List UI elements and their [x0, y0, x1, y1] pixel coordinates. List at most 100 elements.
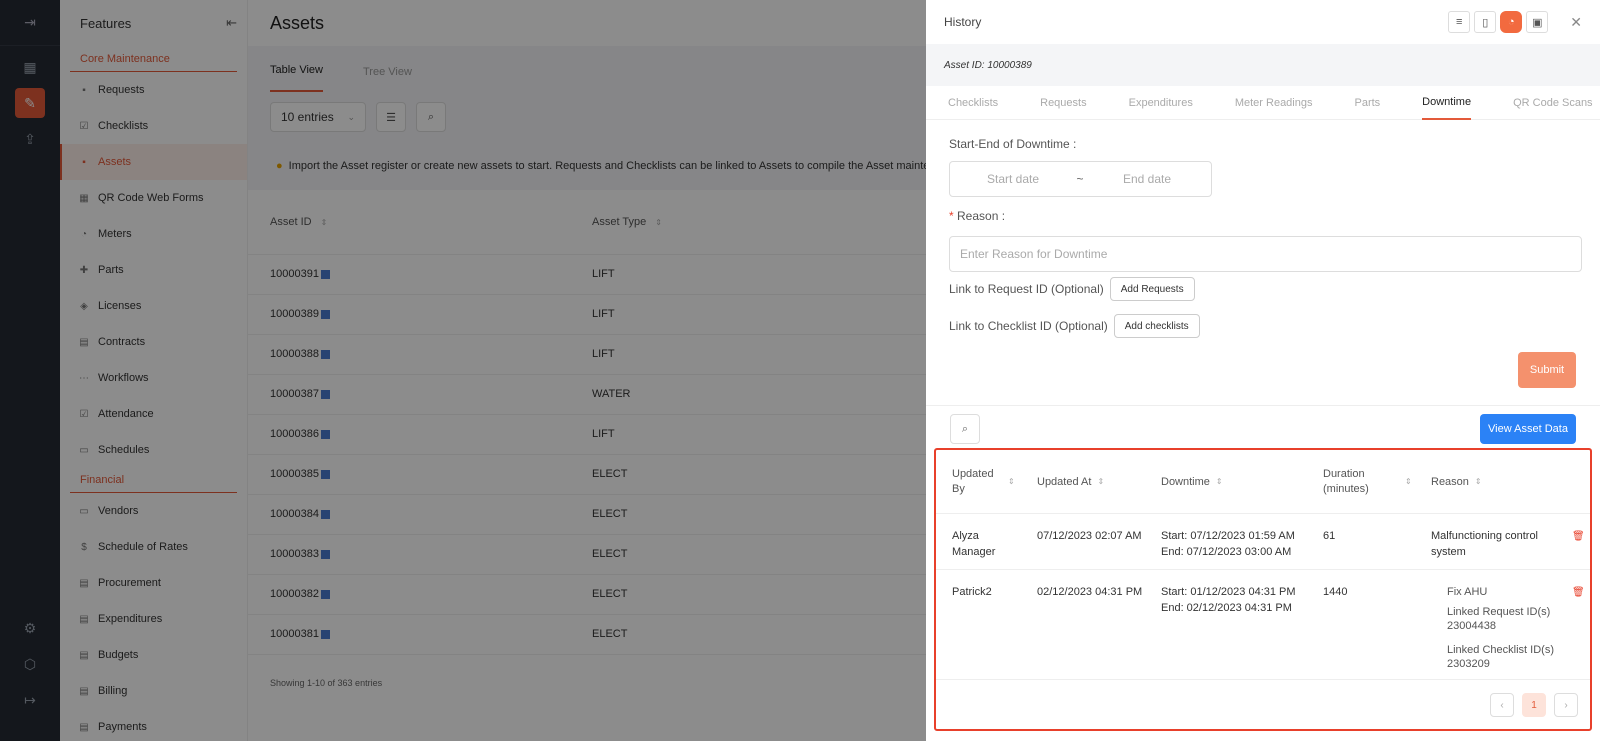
asset-id[interactable]: 10000389	[270, 308, 319, 320]
sidebar-item-qr-code-web-forms[interactable]: ▦ QR Code Web Forms	[60, 180, 247, 216]
sidebar-item-schedule-of-rates[interactable]: $ Schedule of Rates	[60, 529, 247, 565]
range-separator: ~	[1076, 172, 1084, 186]
asset-id[interactable]: 10000388	[270, 348, 319, 360]
details-icon[interactable]: ≡	[1448, 11, 1471, 33]
collapse-sidebar-icon[interactable]: ⇤	[226, 15, 237, 31]
qr-code-icon[interactable]	[320, 349, 330, 359]
asset-id[interactable]: 10000384	[270, 508, 319, 520]
submit-button[interactable]: Submit	[1518, 352, 1576, 388]
asset-id-label: Asset ID: 10000389	[926, 44, 1600, 86]
start-time: Start: 01/12/2023 04:31 PM	[1161, 586, 1296, 598]
sidebar-item-budgets[interactable]: ▤ Budgets	[60, 637, 247, 673]
asset-id[interactable]: 10000386	[270, 428, 319, 440]
asset-id[interactable]: 10000387	[270, 388, 319, 400]
sidebar-item-procurement[interactable]: ▤ Procurement	[60, 565, 247, 601]
downtime-table: Updated By ⇕ Updated At ⇕ Downtime ⇕ Durati…	[934, 448, 1592, 731]
qr-code-icon[interactable]	[320, 549, 330, 559]
link-checklist-label: Link to Checklist ID (Optional)	[949, 319, 1108, 333]
col-updated-at[interactable]: Updated At ⇕	[1021, 450, 1145, 513]
asset-icon: ▪	[82, 156, 86, 168]
close-icon[interactable]: ✕	[1570, 14, 1582, 31]
sidebar-item-contracts[interactable]: ▤ Contracts	[60, 324, 247, 360]
package-icon[interactable]: ⬡	[15, 649, 45, 679]
end-date-input[interactable]: End date	[1084, 172, 1210, 186]
page-number[interactable]: 1	[1522, 693, 1546, 717]
asset-id[interactable]: 10000382	[270, 588, 319, 600]
qr-code-icon[interactable]	[320, 469, 330, 479]
sidebar-item-checklists[interactable]: ☑ Checklists	[60, 108, 247, 144]
sidebar-item-schedules[interactable]: ▭ Schedules	[60, 432, 247, 468]
sort-icon: ⇕	[1474, 477, 1482, 486]
sidebar-item-licenses[interactable]: ◈ Licenses	[60, 288, 247, 324]
next-page-button[interactable]: ›	[1554, 693, 1578, 717]
col-downtime[interactable]: Downtime ⇕	[1145, 450, 1307, 513]
add-requests-button[interactable]: Add Requests	[1109, 277, 1195, 301]
tab-downtime[interactable]: Downtime	[1422, 86, 1472, 120]
sidebar-title: Features	[80, 15, 132, 31]
asset-id[interactable]: 10000383	[270, 548, 319, 560]
asset-id[interactable]: 10000385	[270, 468, 319, 480]
linked-request-link[interactable]: 23004438	[1431, 618, 1556, 634]
sidebar-item-meters[interactable]: ◔ Meters	[60, 216, 247, 252]
col-asset-type-label: Asset Type	[592, 215, 647, 228]
sidebar-item-expenditures[interactable]: ▤ Expenditures	[60, 601, 247, 637]
date-range-picker[interactable]: Start date ~ End date	[949, 161, 1212, 197]
chevron-right-icon: ›	[1564, 699, 1568, 711]
document-icon[interactable]: ▯	[1474, 11, 1497, 33]
qr-code-icon[interactable]	[320, 589, 330, 599]
qr-code-icon[interactable]: ▣	[1526, 11, 1549, 33]
search-button[interactable]: ⌕	[416, 102, 446, 132]
sidebar-item-attendance[interactable]: ☑ Attendance	[60, 396, 247, 432]
filter-settings-button[interactable]: ☰	[376, 102, 406, 132]
tab-tree-view[interactable]: Tree View	[363, 66, 412, 92]
showing-entries: Showing 1-10 of 363 entries	[270, 678, 383, 688]
col-reason[interactable]: Reason ⇕	[1415, 450, 1556, 513]
tab-meter-readings[interactable]: Meter Readings	[1235, 86, 1313, 120]
history-search-button[interactable]: ⌕	[950, 414, 980, 444]
sidebar-item-parts[interactable]: ✚ Parts	[60, 252, 247, 288]
qr-code-icon[interactable]	[320, 269, 330, 279]
search-icon: ⌕	[961, 422, 969, 435]
expand-menu-icon[interactable]: ⇥	[0, 0, 60, 46]
settings-icon[interactable]: ⚙	[15, 613, 45, 643]
asset-id[interactable]: 10000381	[270, 628, 319, 640]
col-asset-id[interactable]: Asset ID ⇕	[248, 190, 570, 255]
col-updated-by[interactable]: Updated By ⇕	[936, 450, 1021, 513]
qr-code-icon[interactable]	[320, 629, 330, 639]
sidebar-item-billing[interactable]: ▤ Billing	[60, 673, 247, 709]
dashboard-icon[interactable]: ▦	[15, 52, 45, 82]
qr-code-icon[interactable]	[320, 429, 330, 439]
logout-icon[interactable]: ↦	[15, 685, 45, 715]
tab-qr-code-scans[interactable]: QR Code Scans	[1513, 86, 1592, 120]
linked-checklist-link[interactable]: 2303209	[1431, 656, 1556, 672]
tab-expenditures[interactable]: Expenditures	[1129, 86, 1193, 120]
tab-checklists[interactable]: Checklists	[948, 86, 998, 120]
sidebar-item-requests[interactable]: ▪ Requests	[60, 72, 247, 108]
qr-code-icon[interactable]	[320, 389, 330, 399]
sidebar-item-workflows[interactable]: ⋯ Workflows	[60, 360, 247, 396]
delete-button[interactable]: 🗑	[1556, 570, 1585, 679]
tab-parts[interactable]: Parts	[1354, 86, 1380, 120]
qr-code-icon[interactable]	[320, 309, 330, 319]
drawer-title: History	[944, 15, 982, 29]
entries-select[interactable]: 10 entries ⌄	[270, 102, 366, 132]
prev-page-button[interactable]: ‹	[1490, 693, 1514, 717]
add-checklists-button[interactable]: Add checklists	[1113, 314, 1200, 338]
qr-code-icon[interactable]	[320, 509, 330, 519]
sidebar-item-payments[interactable]: ▤ Payments	[60, 709, 247, 741]
view-asset-data-button[interactable]: View Asset Data	[1480, 414, 1576, 444]
tab-requests[interactable]: Requests	[1040, 86, 1086, 120]
start-date-input[interactable]: Start date	[950, 172, 1076, 186]
asset-id-cell: 10000382	[248, 574, 570, 615]
col-duration[interactable]: Duration (minutes) ⇕	[1307, 450, 1415, 513]
delete-button[interactable]: 🗑	[1556, 514, 1585, 569]
maintenance-icon[interactable]: ✎	[15, 88, 45, 118]
sidebar-item-assets[interactable]: ▪ Assets	[60, 144, 247, 180]
analytics-icon[interactable]: ⇪	[15, 124, 45, 154]
sidebar-item-vendors[interactable]: ▭ Vendors	[60, 493, 247, 529]
contract-icon: ▤	[79, 336, 89, 348]
asset-id[interactable]: 10000391	[270, 268, 319, 280]
tab-table-view[interactable]: Table View	[270, 64, 323, 92]
reason-input[interactable]: Enter Reason for Downtime	[949, 236, 1582, 272]
history-icon[interactable]: ◔	[1500, 11, 1523, 33]
